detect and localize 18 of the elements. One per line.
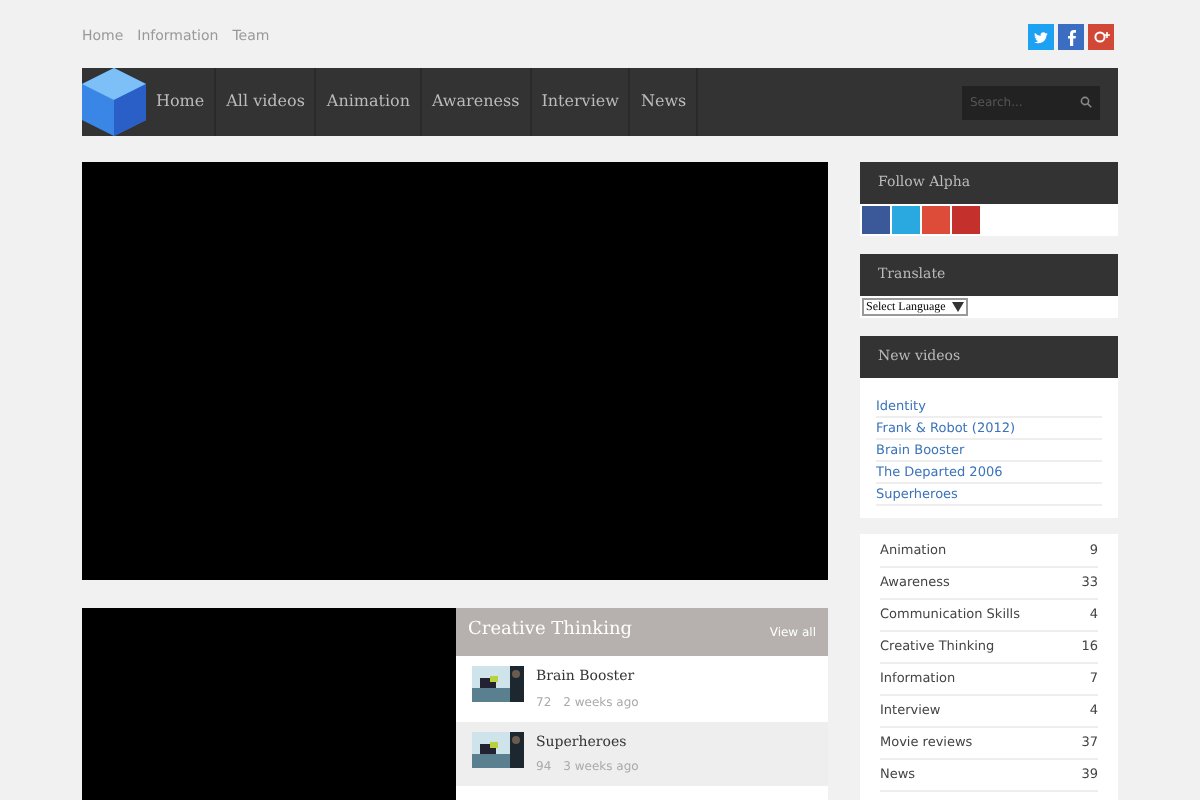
search-icon <box>1080 96 1092 108</box>
f-icon <box>1067 29 1075 45</box>
nav-item[interactable]: Interview <box>531 68 631 136</box>
nav-item[interactable]: All videos <box>216 68 317 136</box>
bird-icon <box>1034 31 1048 43</box>
google-plus-button[interactable] <box>1088 24 1114 50</box>
cube-logo <box>82 68 146 136</box>
nav-item[interactable]: Home <box>146 68 217 136</box>
nav-item[interactable]: Awareness <box>422 68 532 136</box>
video-player[interactable] <box>82 162 828 580</box>
facebook-button[interactable] <box>1058 24 1084 50</box>
nav-item[interactable]: News <box>630 68 699 136</box>
twitter-button[interactable] <box>1028 24 1054 50</box>
video-player[interactable] <box>82 608 456 800</box>
nav-item[interactable]: Animation <box>316 68 423 136</box>
dropdown-icon <box>951 302 964 312</box>
panel-title: Creative Thinking <box>468 618 633 645</box>
g-plus-icon <box>1093 30 1109 44</box>
